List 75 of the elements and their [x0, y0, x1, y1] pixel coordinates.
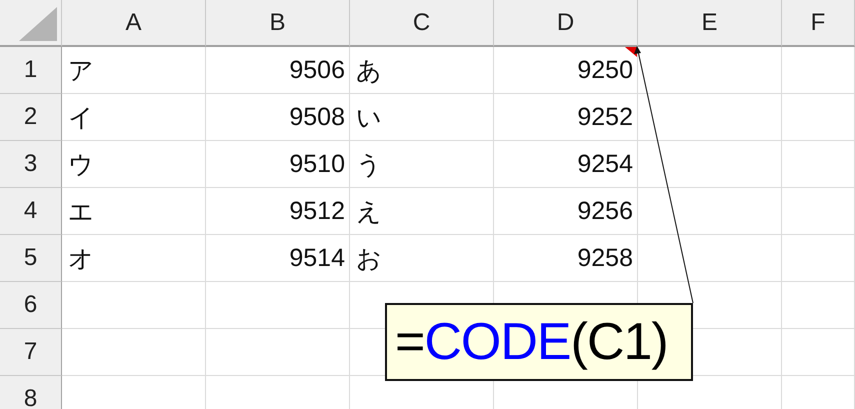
row-header[interactable]: 3	[0, 141, 62, 188]
table-cell[interactable]	[782, 47, 855, 94]
row-header[interactable]: 2	[0, 94, 62, 141]
table-cell[interactable]	[62, 282, 206, 329]
column-header[interactable]: C	[350, 0, 494, 47]
table-cell[interactable]	[638, 188, 782, 235]
table-cell[interactable]: 9250	[494, 47, 638, 94]
cell-text: 9512	[289, 196, 345, 226]
table-cell[interactable]: う	[350, 141, 494, 188]
cell-text: 9508	[289, 102, 345, 132]
cell-text: 9514	[289, 244, 345, 272]
table-cell[interactable]: 9506	[206, 47, 350, 94]
corner-triangle-icon	[19, 7, 57, 41]
cell-text: 9252	[577, 102, 633, 132]
cell-text: イ	[68, 102, 94, 134]
row-header[interactable]: 6	[0, 282, 62, 329]
row-header[interactable]: 7	[0, 329, 62, 376]
table-cell[interactable]: オ	[62, 235, 206, 282]
table-cell[interactable]: 9514	[206, 235, 350, 282]
cell-text: 9256	[577, 196, 633, 226]
table-cell[interactable]: い	[350, 94, 494, 141]
cell-text: ア	[68, 56, 94, 86]
table-cell[interactable]: 9256	[494, 188, 638, 235]
table-cell[interactable]	[782, 329, 855, 376]
cell-text: 9254	[577, 150, 633, 178]
table-cell[interactable]: 9252	[494, 94, 638, 141]
table-cell[interactable]: え	[350, 188, 494, 235]
column-header[interactable]: B	[206, 0, 350, 47]
table-cell[interactable]	[782, 188, 855, 235]
cell-text: 9250	[577, 56, 633, 84]
cell-text: う	[356, 150, 382, 180]
table-cell[interactable]: 9258	[494, 235, 638, 282]
table-cell[interactable]: 9508	[206, 94, 350, 141]
formula-text: CODE	[424, 312, 571, 372]
table-cell[interactable]	[638, 141, 782, 188]
cell-text: い	[356, 102, 382, 134]
column-header[interactable]: F	[782, 0, 855, 47]
cell-text: ウ	[68, 150, 94, 180]
table-cell[interactable]	[782, 141, 855, 188]
table-cell[interactable]	[206, 329, 350, 376]
table-cell[interactable]	[638, 94, 782, 141]
cell-text: 9506	[289, 56, 345, 84]
table-cell[interactable]: 9254	[494, 141, 638, 188]
table-cell[interactable]: エ	[62, 188, 206, 235]
table-cell[interactable]	[782, 282, 855, 329]
table-cell[interactable]	[638, 235, 782, 282]
column-header[interactable]: D	[494, 0, 638, 47]
row-header[interactable]: 4	[0, 188, 62, 235]
cell-text: え	[356, 196, 382, 228]
formula-text: (C1)	[570, 312, 668, 372]
cell-text: お	[356, 244, 382, 274]
table-cell[interactable]	[206, 282, 350, 329]
table-cell[interactable]	[782, 94, 855, 141]
row-header[interactable]: 5	[0, 235, 62, 282]
table-cell[interactable]	[62, 329, 206, 376]
select-all-button[interactable]	[0, 0, 62, 47]
table-cell[interactable]: ア	[62, 47, 206, 94]
cell-text: エ	[68, 196, 94, 228]
cell-text: あ	[356, 56, 382, 86]
table-cell[interactable]: あ	[350, 47, 494, 94]
row-header[interactable]: 8	[0, 376, 62, 409]
cell-text: 9258	[577, 244, 633, 272]
table-cell[interactable]	[782, 235, 855, 282]
column-header[interactable]: E	[638, 0, 782, 47]
table-cell[interactable]: ウ	[62, 141, 206, 188]
row-header[interactable]: 1	[0, 47, 62, 94]
formula-text: =	[395, 312, 424, 372]
table-cell[interactable]: お	[350, 235, 494, 282]
column-header[interactable]: A	[62, 0, 206, 47]
table-cell[interactable]: 9510	[206, 141, 350, 188]
table-cell[interactable]	[638, 47, 782, 94]
cell-text: 9510	[289, 150, 345, 178]
table-cell[interactable]: イ	[62, 94, 206, 141]
table-cell[interactable]: 9512	[206, 188, 350, 235]
cell-text: オ	[68, 244, 94, 274]
